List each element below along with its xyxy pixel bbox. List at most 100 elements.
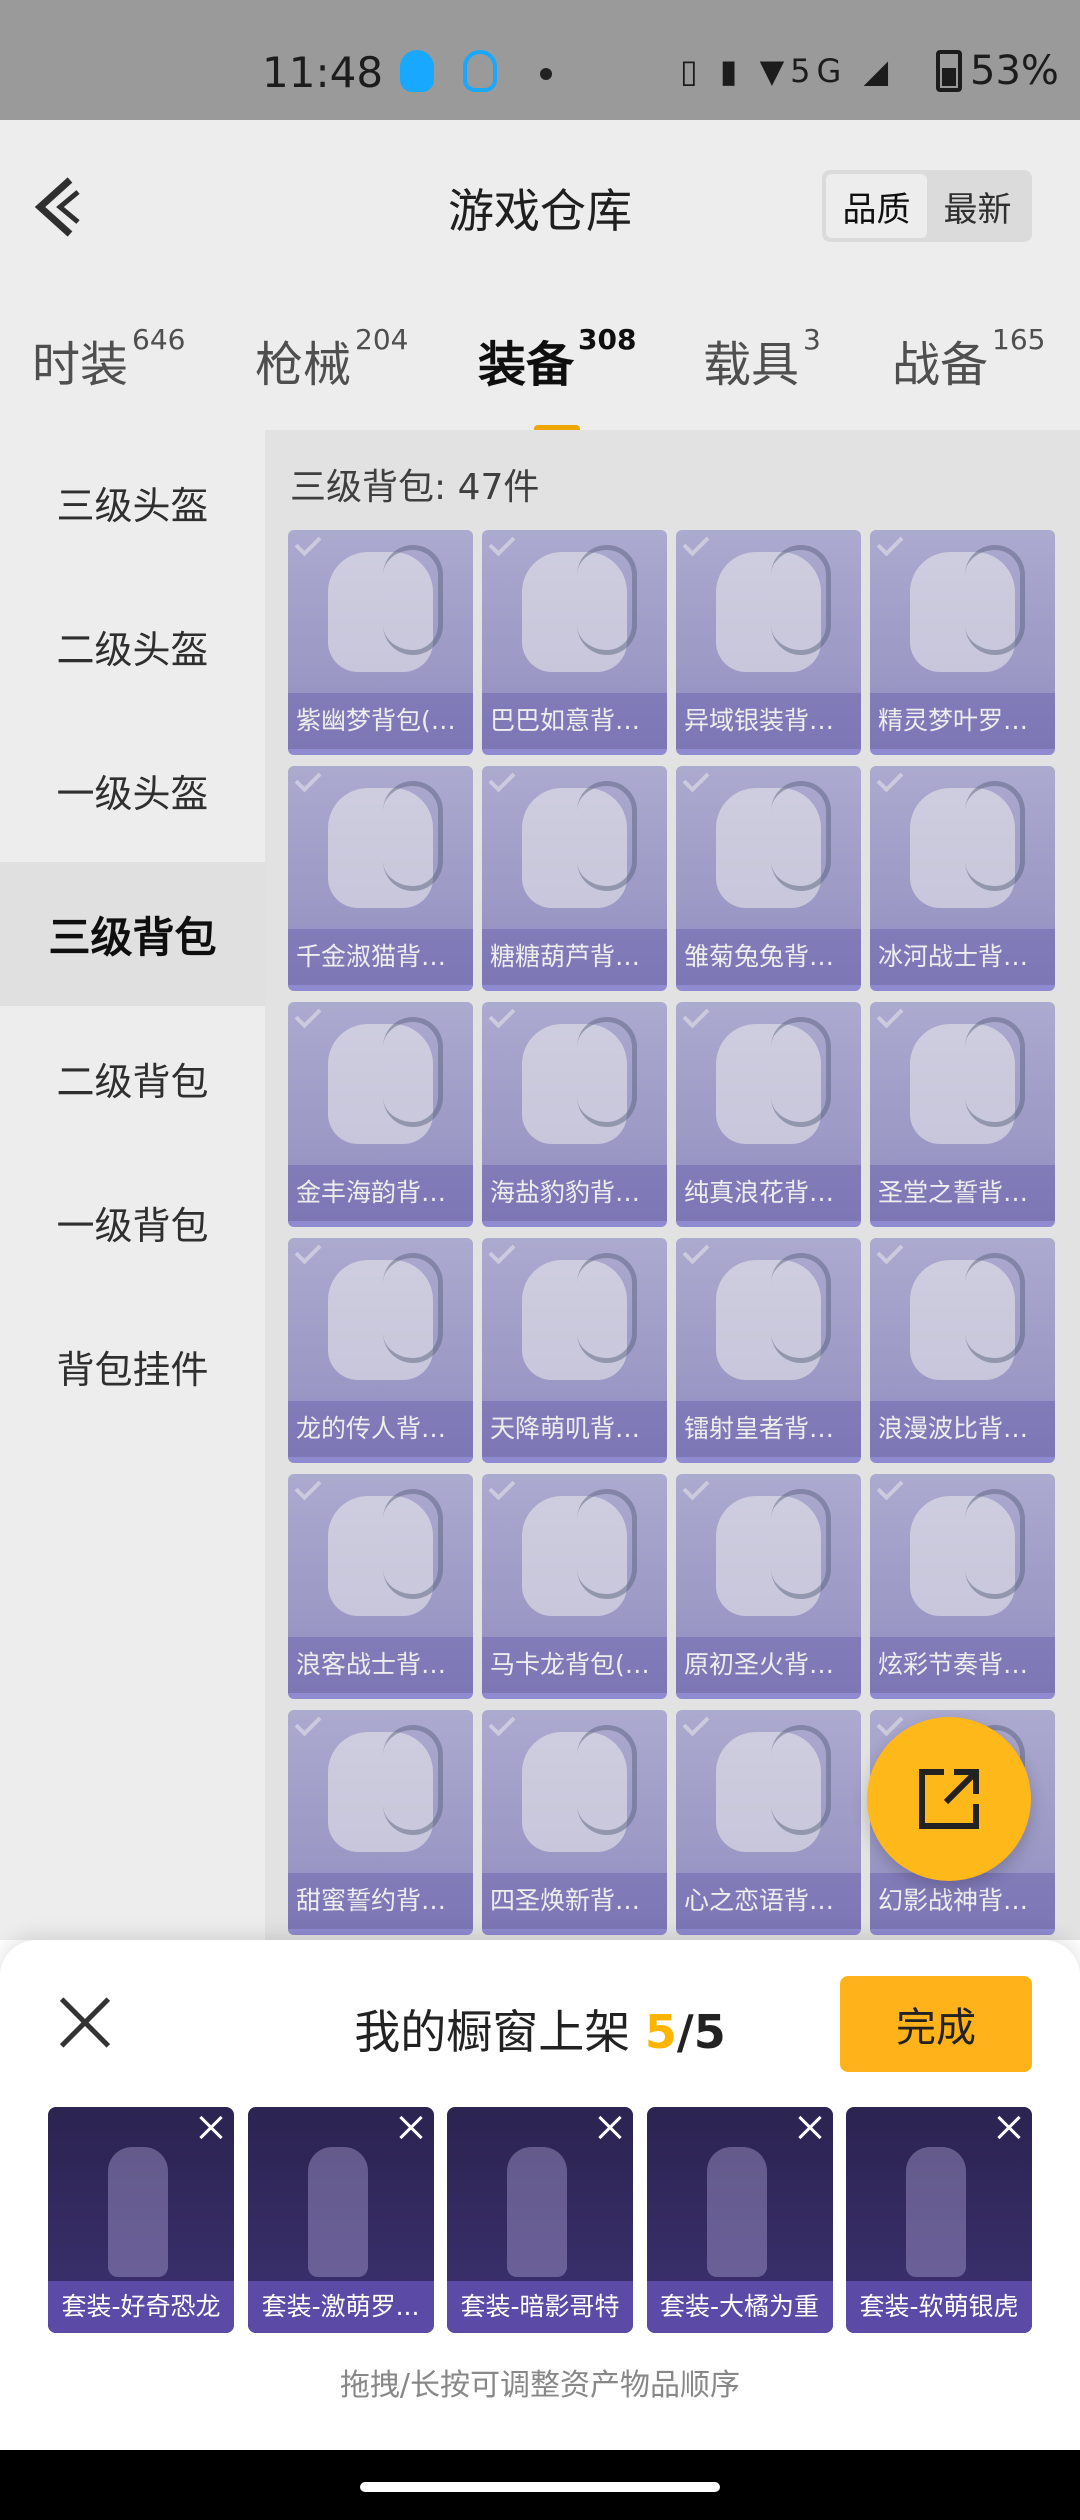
backpack-card[interactable]: 浪客战士背包... bbox=[288, 1474, 473, 1699]
select-check-icon bbox=[682, 1238, 710, 1265]
vibrate-icon: ▯ bbox=[680, 52, 704, 90]
backpack-card[interactable]: 天降萌叽背包... bbox=[482, 1238, 667, 1463]
backpack-strap bbox=[383, 1253, 443, 1363]
status-bar: 11:48 ▯ ▮ ▼5G ◢ 53% bbox=[0, 0, 1080, 120]
select-check-icon bbox=[488, 766, 516, 793]
backpack-strap bbox=[965, 1489, 1025, 1599]
status-network: ▯ ▮ ▼5G ◢ bbox=[680, 52, 894, 90]
sort-newest-button[interactable]: 最新 bbox=[927, 174, 1028, 238]
backpack-strap bbox=[383, 545, 443, 655]
sidebar-item-lv3-backpack[interactable]: 三级背包 bbox=[0, 862, 265, 1006]
backpack-card[interactable]: 炫彩节奏背包... bbox=[870, 1474, 1055, 1699]
backpack-strap bbox=[771, 545, 831, 655]
tab-gear[interactable]: 战备 165 bbox=[892, 323, 1045, 395]
select-check-icon bbox=[294, 1474, 322, 1501]
backpack-card[interactable]: 镭射皇者背包... bbox=[676, 1238, 861, 1463]
sidebar-item-lv2-backpack[interactable]: 二级背包 bbox=[0, 1006, 265, 1150]
tab-vehicles[interactable]: 载具 3 bbox=[703, 323, 821, 395]
backpack-card[interactable]: 龙的传人背包... bbox=[288, 1238, 473, 1463]
tab-equipment[interactable]: 装备 308 bbox=[478, 323, 636, 433]
sidebar-item-lv1-helmet[interactable]: 一级头盔 bbox=[0, 718, 265, 862]
remove-icon[interactable] bbox=[795, 2113, 825, 2143]
backpack-card[interactable]: 浪漫波比背包... bbox=[870, 1238, 1055, 1463]
backpack-card[interactable]: 纯真浪花背包... bbox=[676, 1002, 861, 1227]
section-title: 三级背包: 47件 bbox=[290, 467, 540, 508]
sort-toggle[interactable]: 品质 最新 bbox=[822, 170, 1032, 242]
showcase-total: /5 bbox=[676, 2005, 726, 2059]
backpack-strap bbox=[771, 1253, 831, 1363]
backpack-name: 马卡龙背包(3... bbox=[482, 1637, 667, 1693]
showcase-outfit[interactable]: 套装-好奇恐龙 bbox=[48, 2107, 234, 2333]
backpack-card[interactable]: 紫幽梦背包(3... bbox=[288, 530, 473, 755]
outfit-image bbox=[108, 2147, 168, 2277]
backpack-card[interactable]: 原初圣火背包... bbox=[676, 1474, 861, 1699]
backpack-name: 精灵梦叶罗丽... bbox=[870, 693, 1055, 749]
select-check-icon bbox=[682, 1710, 710, 1737]
select-check-icon bbox=[488, 1710, 516, 1737]
select-check-icon bbox=[682, 1474, 710, 1501]
tab-label: 战备 bbox=[892, 337, 989, 393]
showcase-outfit[interactable]: 套装-大橘为重 bbox=[646, 2107, 833, 2333]
backpack-strap bbox=[577, 545, 637, 655]
sidebar-item-lv2-helmet[interactable]: 二级头盔 bbox=[0, 574, 265, 718]
outfit-image bbox=[906, 2147, 966, 2277]
backpack-strap bbox=[771, 781, 831, 891]
backpack-strap bbox=[577, 1489, 637, 1599]
backpack-card[interactable]: 冰河战士背包... bbox=[870, 766, 1055, 991]
backpack-name: 心之恋语背包... bbox=[676, 1873, 861, 1929]
backpack-card[interactable]: 马卡龙背包(3... bbox=[482, 1474, 667, 1699]
remove-icon[interactable] bbox=[196, 2113, 226, 2143]
select-check-icon bbox=[488, 1002, 516, 1029]
tab-count: 3 bbox=[803, 323, 821, 356]
tab-weapons[interactable]: 枪械 204 bbox=[255, 323, 408, 395]
backpack-name: 浪客战士背包... bbox=[288, 1637, 473, 1693]
select-check-icon bbox=[294, 530, 322, 557]
remove-icon[interactable] bbox=[595, 2113, 625, 2143]
backpack-name: 天降萌叽背包... bbox=[482, 1401, 667, 1457]
select-check-icon bbox=[876, 1474, 904, 1501]
backpack-name: 千金淑猫背包... bbox=[288, 929, 473, 985]
backpack-name: 巴巴如意背包... bbox=[482, 693, 667, 749]
backpack-name: 镭射皇者背包... bbox=[676, 1401, 861, 1457]
home-indicator[interactable] bbox=[360, 2482, 720, 2492]
select-check-icon bbox=[488, 1474, 516, 1501]
done-button[interactable]: 完成 bbox=[840, 1976, 1032, 2072]
share-button[interactable] bbox=[867, 1717, 1031, 1881]
backpack-card[interactable]: 四圣焕新背包... bbox=[482, 1710, 667, 1935]
backpack-card[interactable]: 心之恋语背包... bbox=[676, 1710, 861, 1935]
sort-quality-button[interactable]: 品质 bbox=[826, 174, 927, 238]
showcase-outfit[interactable]: 套装-暗影哥特 bbox=[447, 2107, 633, 2333]
remove-icon[interactable] bbox=[994, 2113, 1024, 2143]
outfit-image bbox=[307, 2147, 368, 2277]
backpack-card[interactable]: 甜蜜誓约背包... bbox=[288, 1710, 473, 1935]
backpack-card[interactable]: 雏菊兔兔背包... bbox=[676, 766, 861, 991]
backpack-card[interactable]: 圣堂之誓背包... bbox=[870, 1002, 1055, 1227]
sidebar-item-backpack-charm[interactable]: 背包挂件 bbox=[0, 1294, 265, 1438]
showcase-title-text: 我的橱窗上架 bbox=[354, 2005, 631, 2059]
select-check-icon bbox=[488, 530, 516, 557]
backpack-card[interactable]: 异域银装背包... bbox=[676, 530, 861, 755]
backpack-name: 甜蜜誓约背包... bbox=[288, 1873, 473, 1929]
qq-icon bbox=[400, 50, 434, 92]
showcase-outfit[interactable]: 套装-软萌银虎 bbox=[846, 2107, 1032, 2333]
wifi-icon: ▼ bbox=[759, 52, 791, 90]
backpack-strap bbox=[965, 1017, 1025, 1127]
tab-fashion[interactable]: 时装 646 bbox=[32, 323, 185, 395]
backpack-strap bbox=[771, 1725, 831, 1835]
select-check-icon bbox=[876, 1002, 904, 1029]
sidebar-item-lv1-backpack[interactable]: 一级背包 bbox=[0, 1150, 265, 1294]
sidebar-item-lv3-helmet[interactable]: 三级头盔 bbox=[0, 430, 265, 574]
backpack-card[interactable]: 海盐豹豹背包... bbox=[482, 1002, 667, 1227]
backpack-card[interactable]: 精灵梦叶罗丽... bbox=[870, 530, 1055, 755]
backpack-card[interactable]: 巴巴如意背包... bbox=[482, 530, 667, 755]
showcase-outfit[interactable]: 套装-激萌罗... bbox=[247, 2107, 434, 2333]
backpack-strap bbox=[965, 545, 1025, 655]
backpack-card[interactable]: 千金淑猫背包... bbox=[288, 766, 473, 991]
backpack-card[interactable]: 金丰海韵背包... bbox=[288, 1002, 473, 1227]
backpack-strap bbox=[577, 781, 637, 891]
remove-icon[interactable] bbox=[396, 2113, 426, 2143]
outfit-name: 套装-好奇恐龙 bbox=[48, 2281, 234, 2333]
backpack-strap bbox=[577, 1725, 637, 1835]
backpack-card[interactable]: 糖糖葫芦背包... bbox=[482, 766, 667, 991]
backpack-name: 原初圣火背包... bbox=[676, 1637, 861, 1693]
